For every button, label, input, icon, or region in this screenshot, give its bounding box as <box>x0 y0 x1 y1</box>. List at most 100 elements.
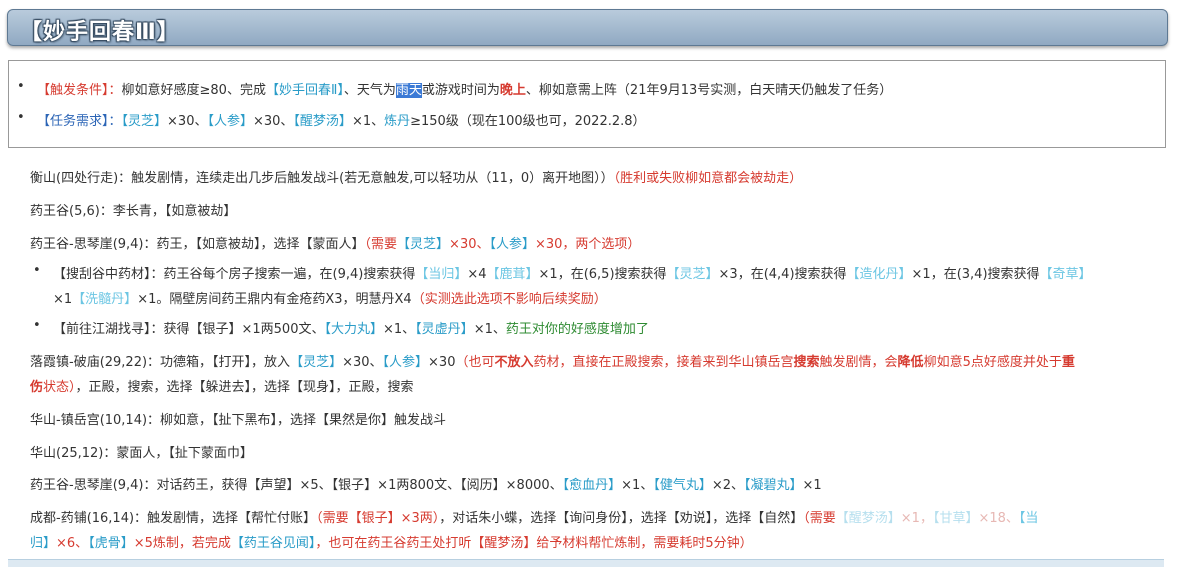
step-luoxia: 落霞镇-破庙(29,22)：功德箱，【打开】，放入【灵芝】×30、【人参】×30… <box>30 351 1075 370</box>
requirement-text: ≥150级（现在100级也可，2022.2.8） <box>410 114 646 129</box>
note-text: ×6、 <box>56 536 89 551</box>
note-text: ×5炼制，若完成 <box>133 536 231 551</box>
note-text: ，也可在药王谷药王处打听【醒梦汤】给予材料帮忙炼制，需要耗时5分钟） <box>315 536 753 551</box>
item-link[interactable]: 【人参】 <box>489 237 535 252</box>
step-text: ，对话朱小蝶，选择【询问身份】，选择【劝说】，选择【自然】 <box>439 511 804 526</box>
skill-link[interactable]: 炼丹 <box>384 114 410 129</box>
trigger-label: 【触发条件】： <box>37 83 122 98</box>
trigger-text: 柳如意好感度≥80、完成 <box>121 83 266 98</box>
note-text: （需要 <box>803 511 836 526</box>
conditions-box: 【触发条件】：柳如意好感度≥80、完成【妙手回春Ⅱ】、天气为雨天或游戏时间为晚上… <box>8 60 1166 148</box>
note-text: 触发剧情，会 <box>819 355 898 370</box>
step-text: 成都-药铺(16,14)：触发剧情，选择【帮忙付账】 <box>30 511 317 526</box>
note-text: 状态） <box>43 380 76 395</box>
quest-link[interactable]: 【药王谷见闻】 <box>231 536 316 551</box>
quantity-text: ×1、 <box>351 114 385 129</box>
item-link[interactable]: 【鹿茸】 <box>487 267 539 282</box>
item-link[interactable]: 【健气丸】 <box>653 478 712 493</box>
trigger-text: 、天气为 <box>343 83 396 98</box>
item-link[interactable]: 【洗髓丹】 <box>72 292 137 307</box>
quantity-text: ×30、 <box>342 355 383 370</box>
option-text: 【前往江湖找寻】：获得【银子】×1两500文、 <box>53 322 325 337</box>
quantity-text: ×30、 <box>167 114 208 129</box>
step-text: ，正殿，搜索，选择【躲进去】，选择【现身】，正殿，搜索 <box>75 380 414 395</box>
option-search-herbs-cont: ×1【洗髓丹】×1。隔壁房间药王鼎内有金疮药X3，明慧丹X4（实测选此选项不影响… <box>53 288 607 307</box>
note-text: （需要 <box>364 237 398 252</box>
item-link[interactable]: 【灵虚丹】 <box>415 322 474 337</box>
item-link[interactable]: 归】 <box>30 536 56 551</box>
step-text: 华山-镇岳宫(10,14)：柳如意，【扯下黑布】，选择【果然是你】触发战斗 <box>30 413 447 428</box>
note-text: （实测选此选项不影响后续奖励） <box>411 292 607 307</box>
step-huashan-zhenyue: 华山-镇岳宫(10,14)：柳如意，【扯下黑布】，选择【果然是你】触发战斗 <box>30 409 446 428</box>
note-text: 重 <box>1061 355 1075 370</box>
note-text: ×30，两个选项） <box>535 237 641 252</box>
quantity-text: ×30 <box>428 355 456 370</box>
item-link[interactable]: 【醒梦汤】 <box>836 511 901 526</box>
option-text: ×1，在(3,4)搜索获得 <box>911 267 1040 282</box>
item-link[interactable]: 【愈血丹】 <box>563 478 622 493</box>
step-text: 药王谷-思琴崖(9,4)：药王，【如意被劫】，选择【蒙面人】 <box>30 237 365 252</box>
note-text: 柳如意5点好感度并处于 <box>923 355 1062 370</box>
quantity-text: ×30、 <box>252 114 294 129</box>
item-link[interactable]: 【当归】 <box>415 267 467 282</box>
item-link[interactable]: 【人参】 <box>383 355 429 370</box>
note-text: 降低 <box>897 355 924 370</box>
note-text: （也可 <box>455 355 495 370</box>
item-link[interactable]: 【造化丹】 <box>847 267 912 282</box>
note-text: ×18、 <box>978 511 1019 526</box>
step-text: 落霞镇-破庙(29,22)：功德箱，【打开】，放入 <box>30 355 291 370</box>
night-text: 晚上 <box>499 83 526 98</box>
requirement-item: 【任务需求】：【灵芝】×30、【人参】×30、【醒梦汤】×1、炼丹≥150级（现… <box>17 110 646 129</box>
quest-link[interactable]: 【妙手回春Ⅱ】 <box>266 83 344 98</box>
item-link[interactable]: 【凝碧丸】 <box>744 478 803 493</box>
step-siqinya: 药王谷-思琴崖(9,4)：药王，【如意被劫】，选择【蒙面人】（需要【灵芝】×30… <box>30 233 640 252</box>
quantity-text: ×4 <box>467 267 487 282</box>
trigger-text: 、柳如意需上阵（21年9月13号实测，白天晴天仍触发了任务） <box>525 83 893 98</box>
option-jianghu: 【前往江湖找寻】：获得【银子】×1两500文、【大力丸】×1、【灵虚丹】×1、药… <box>33 318 649 337</box>
option-search-herbs: 【搜刮谷中药材】：药王谷每个房子搜索一遍，在(9,4)搜索获得【当归】×4【鹿茸… <box>33 263 1092 282</box>
quantity-text: ×1、 <box>621 478 654 493</box>
step-yaowanggu-li: 药王谷(5,6)：李长青，【如意被劫】 <box>30 200 236 219</box>
item-link[interactable]: 【灵芝】 <box>122 114 168 129</box>
step-text: 药王谷(5,6)：李长青，【如意被劫】 <box>30 204 237 219</box>
item-link[interactable]: 【人参】 <box>207 114 253 129</box>
item-link[interactable]: 【灵芝】 <box>667 267 719 282</box>
option-text: ×1。隔壁房间药王鼎内有金疮药X3，明慧丹X4 <box>137 292 412 307</box>
trigger-text: 或游戏时间为 <box>421 83 500 98</box>
item-link[interactable]: 【灵芝】 <box>397 237 449 252</box>
item-link[interactable]: 【奇草】 <box>1040 267 1092 282</box>
step-text: 衡山(四处行走)：触发剧情，连续走出几步后触发战斗(若无意触发,可以轻功从（11… <box>30 171 614 186</box>
note-text: 搜索 <box>793 355 820 370</box>
title-bar: 【妙手回春Ⅲ】 <box>7 9 1168 46</box>
trigger-condition-item: 【触发条件】：柳如意好感度≥80、完成【妙手回春Ⅱ】、天气为雨天或游戏时间为晚上… <box>17 79 893 98</box>
option-text: 【搜刮谷中药材】：药王谷每个房子搜索一遍，在(9,4)搜索获得 <box>53 267 416 282</box>
step-text: 华山(25,12)：蒙面人，【扯下蒙面巾】 <box>30 446 253 461</box>
item-link[interactable]: 【大力丸】 <box>324 322 383 337</box>
note-text: （胜利或失败柳如意都会被劫走） <box>613 171 803 186</box>
quantity-text: ×1、 <box>473 322 506 337</box>
selected-text: 雨天 <box>395 83 422 98</box>
item-link[interactable]: 【灵芝】 <box>290 355 342 370</box>
item-link[interactable]: 【当 <box>1019 511 1039 526</box>
step-luoxia-cont: 伤状态），正殿，搜索，选择【躲进去】，选择【现身】，正殿，搜索 <box>30 376 414 395</box>
note-text: ×30、 <box>449 237 490 252</box>
step-hengshan: 衡山(四处行走)：触发剧情，连续走出几步后触发战斗(若无意触发,可以轻功从（11… <box>30 167 802 186</box>
item-link[interactable]: 【甘草】 <box>933 511 979 526</box>
step-text: 药王谷-思琴崖(9,4)：对话药王，获得【声望】×5、【银子】×1两800文、【… <box>30 478 563 493</box>
step-huashan: 华山(25,12)：蒙面人，【扯下蒙面巾】 <box>30 442 253 461</box>
item-link[interactable]: 【醒梦汤】 <box>293 114 352 129</box>
note-text: （需要【银子】×3两） <box>316 511 440 526</box>
note-text: 药材，直接在正殿搜索，接着来到华山镇岳宫 <box>533 355 794 370</box>
step-chengdu: 成都-药铺(16,14)：触发剧情，选择【帮忙付账】（需要【银子】×3两），对话… <box>30 507 1038 526</box>
option-text: ×3，在(4,4)搜索获得 <box>718 267 847 282</box>
note-text: 伤 <box>30 380 44 395</box>
quantity-text: ×1、 <box>383 322 416 337</box>
step-chengdu-cont: 归】×6、【虎骨】×5炼制，若完成【药王谷见闻】，也可在药王谷药王处打听【醒梦汤… <box>30 532 753 551</box>
favor-note: 药王对你的好感度增加了 <box>505 322 649 337</box>
page-title: 【妙手回春Ⅲ】 <box>20 20 180 45</box>
item-link[interactable]: 【虎骨】 <box>88 536 134 551</box>
note-text: 不放入 <box>494 355 534 370</box>
quantity-text: ×2、 <box>711 478 745 493</box>
requirement-label: 【任务需求】： <box>37 114 122 129</box>
step-siqinya-reward: 药王谷-思琴崖(9,4)：对话药王，获得【声望】×5、【银子】×1两800文、【… <box>30 474 822 493</box>
